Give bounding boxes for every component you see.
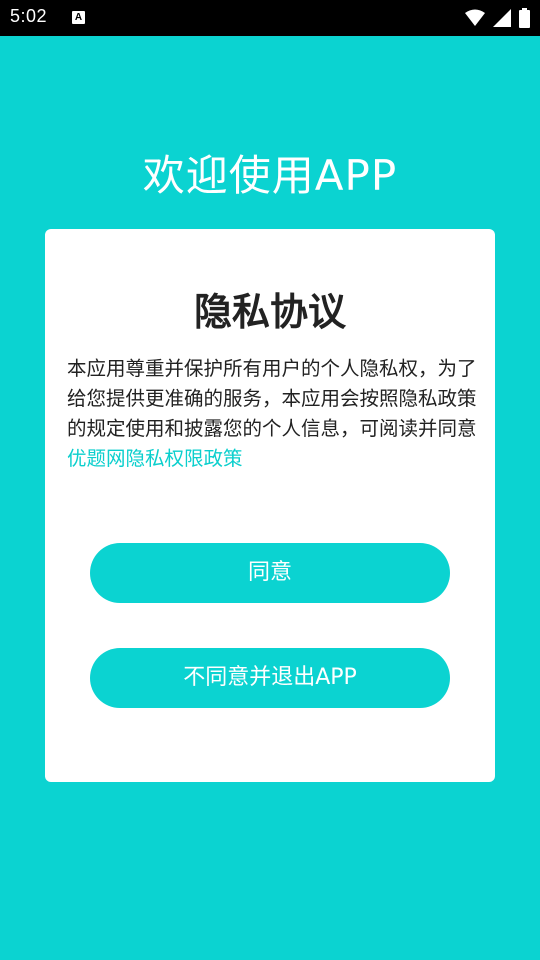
disagree-exit-button[interactable]: 不同意并退出APP	[90, 648, 450, 708]
welcome-title: 欢迎使用APP	[142, 151, 398, 200]
status-bar: 5:02 A	[0, 0, 540, 36]
wifi-icon	[465, 9, 485, 27]
privacy-body-text: 本应用尊重并保护所有用户的个人隐私权，为了给您提供更准确的服务，本应用会按照隐私…	[67, 357, 477, 440]
signal-icon	[493, 9, 511, 27]
privacy-text: 本应用尊重并保护所有用户的个人隐私权，为了给您提供更准确的服务，本应用会按照隐私…	[67, 354, 477, 474]
privacy-policy-link[interactable]: 优题网隐私权限政策	[67, 447, 243, 470]
agree-button[interactable]: 同意	[90, 543, 450, 603]
battery-icon	[519, 8, 530, 28]
notification-a-icon: A	[72, 11, 85, 24]
status-time: 5:02	[10, 6, 48, 26]
privacy-card: 隐私协议 本应用尊重并保护所有用户的个人隐私权，为了给您提供更准确的服务，本应用…	[45, 229, 495, 782]
status-icons	[465, 8, 530, 28]
card-title: 隐私协议	[193, 290, 346, 334]
